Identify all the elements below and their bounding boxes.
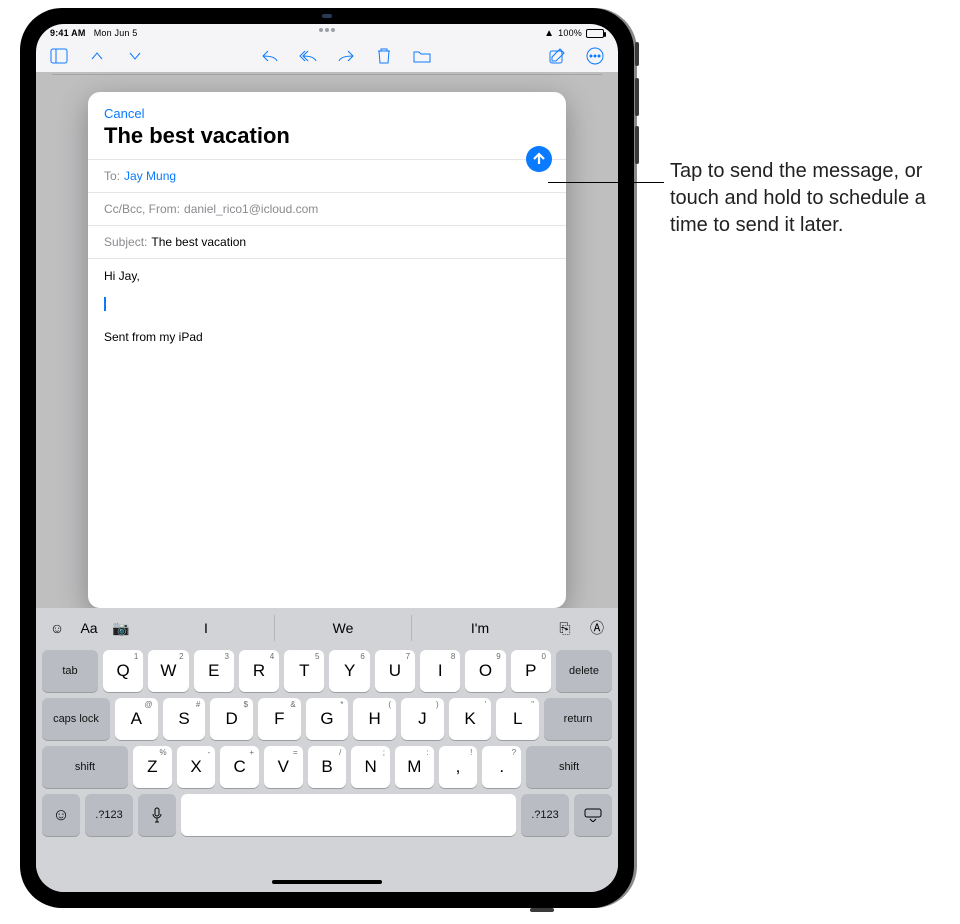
format-button[interactable]: Aa [74,614,104,642]
chevron-up-icon[interactable] [86,45,108,67]
key-dictate[interactable] [138,794,176,836]
key-capslock[interactable]: caps lock [42,698,110,740]
key-c[interactable]: C+ [220,746,259,788]
compose-sheet: Cancel The best vacation To: Jay Mung Cc… [88,92,566,608]
sidebar-toggle-icon[interactable] [48,45,70,67]
home-indicator-area [36,872,618,892]
markup-icon[interactable]: Ⓐ [582,614,612,642]
key-i[interactable]: I8 [420,650,460,692]
text-caret [104,297,106,311]
key-t[interactable]: T5 [284,650,324,692]
predictions: I We I'm [138,615,548,641]
wifi-icon: ▲ [544,28,554,39]
to-value[interactable]: Jay Mung [124,169,176,183]
subject-value: The best vacation [151,235,246,249]
key-.[interactable]: .? [482,746,521,788]
compose-title: The best vacation [88,121,566,159]
prediction-2[interactable]: We [274,615,411,641]
key-s[interactable]: S# [163,698,206,740]
status-bar: 9:41 AM Mon Jun 5 ▲ 100% [36,24,618,40]
ipad-frame: 9:41 AM Mon Jun 5 ▲ 100% [20,8,634,908]
trash-icon[interactable] [373,45,395,67]
key-e[interactable]: E3 [194,650,234,692]
body-greeting: Hi Jay, [104,269,550,283]
prediction-1[interactable]: I [138,615,274,641]
compose-icon[interactable] [546,45,568,67]
callout-text: Tap to send the message, or touch and ho… [670,158,930,239]
chevron-down-icon[interactable] [124,45,146,67]
power-button [635,42,639,66]
key-r[interactable]: R4 [239,650,279,692]
key-g[interactable]: G* [306,698,349,740]
battery-pct: 100% [558,28,582,38]
camera-indicator [322,14,332,18]
key-j[interactable]: J) [401,698,444,740]
key-u[interactable]: U7 [375,650,415,692]
key-k[interactable]: K' [449,698,492,740]
prediction-3[interactable]: I'm [411,615,548,641]
prediction-row: ☺ Aa 📷 I We I'm ⎘ Ⓐ [36,608,618,648]
key-numbers-left[interactable]: .?123 [85,794,133,836]
key-f[interactable]: F& [258,698,301,740]
reply-all-icon[interactable] [297,45,319,67]
key-d[interactable]: D$ [210,698,253,740]
callout-leader-line [548,182,664,183]
camera-icon[interactable]: 📷 [106,614,136,642]
volume-up-button [635,78,639,116]
key-q[interactable]: Q1 [103,650,143,692]
to-field[interactable]: To: Jay Mung [88,159,566,192]
key-numbers-right[interactable]: .?123 [521,794,569,836]
frame-notch [530,908,554,912]
key-b[interactable]: B/ [308,746,347,788]
screen: 9:41 AM Mon Jun 5 ▲ 100% [36,24,618,892]
key-x[interactable]: X- [177,746,216,788]
key-tab[interactable]: tab [42,650,98,692]
send-button[interactable] [526,146,552,172]
cancel-button[interactable]: Cancel [104,102,144,121]
key-shift-left[interactable]: shift [42,746,128,788]
key-z[interactable]: Z% [133,746,172,788]
subject-label: Subject: [104,235,147,249]
multitask-dots-icon[interactable] [319,28,335,32]
keyboard: ☺ Aa 📷 I We I'm ⎘ Ⓐ tab Q1W2E3R4T5Y6U7I8… [36,608,618,892]
key-hide-keyboard-icon[interactable] [574,794,612,836]
key-o[interactable]: O9 [465,650,505,692]
subject-field[interactable]: Subject: The best vacation [88,225,566,258]
key-v[interactable]: V= [264,746,303,788]
key-,[interactable]: ,! [439,746,478,788]
key-l[interactable]: L" [496,698,539,740]
volume-down-button [635,126,639,164]
key-a[interactable]: A@ [115,698,158,740]
signature: Sent from my iPad [104,330,550,344]
reply-icon[interactable] [259,45,281,67]
battery-icon [586,29,604,38]
status-left: 9:41 AM Mon Jun 5 [50,28,138,38]
key-y[interactable]: Y6 [329,650,369,692]
home-indicator[interactable] [272,880,382,884]
body-input[interactable]: Hi Jay, Sent from my iPad [88,258,566,608]
status-date: Mon Jun 5 [94,28,138,38]
forward-icon[interactable] [335,45,357,67]
key-w[interactable]: W2 [148,650,188,692]
status-right: ▲ 100% [544,28,604,39]
more-circle-icon[interactable] [584,45,606,67]
folder-icon[interactable] [411,45,433,67]
from-value: daniel_rico1@icloud.com [184,202,318,216]
key-shift-right[interactable]: shift [526,746,612,788]
mail-toolbar [36,40,618,72]
key-delete[interactable]: delete [556,650,612,692]
key-n[interactable]: N; [351,746,390,788]
key-space[interactable] [181,794,516,836]
to-label: To: [104,169,120,183]
key-p[interactable]: P0 [511,650,551,692]
key-h[interactable]: H( [353,698,396,740]
status-time: 9:41 AM [50,28,86,38]
emoji-search-icon[interactable]: ☺ [42,614,72,642]
key-m[interactable]: M: [395,746,434,788]
ccbcc-label: Cc/Bcc, From: [104,202,180,216]
scan-doc-icon[interactable]: ⎘ [550,614,580,642]
key-return[interactable]: return [544,698,612,740]
key-emoji[interactable]: ☺ [42,794,80,836]
ccbcc-field[interactable]: Cc/Bcc, From: daniel_rico1@icloud.com [88,192,566,225]
